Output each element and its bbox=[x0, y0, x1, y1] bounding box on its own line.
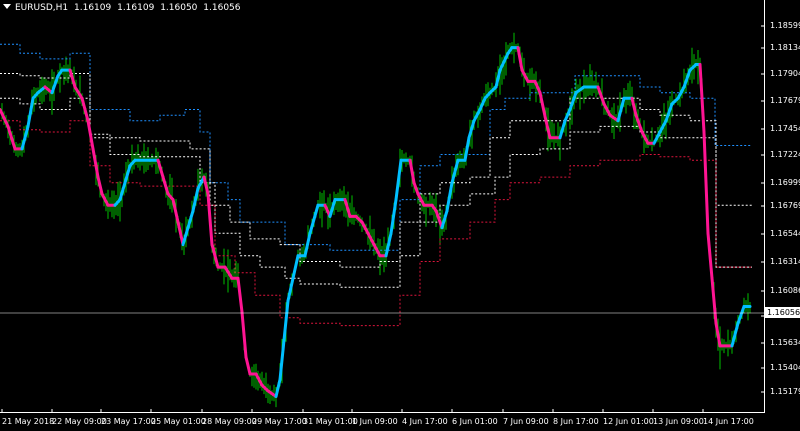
trend-segment bbox=[360, 220, 370, 235]
close-value: 1.16056 bbox=[203, 3, 241, 13]
current-price-tag: 1.16056 bbox=[765, 307, 800, 318]
trend-segment bbox=[730, 321, 740, 348]
price-axis-label: 1.17904 bbox=[770, 69, 800, 78]
trend-segment bbox=[244, 355, 252, 376]
trend-segment bbox=[408, 158, 416, 185]
trend-segment bbox=[682, 68, 692, 89]
price-axis-label: 1.17679 bbox=[770, 96, 800, 105]
trend-segment bbox=[568, 91, 578, 111]
trend-segment bbox=[596, 85, 606, 106]
time-axis-label: 23 May 17:00 bbox=[101, 417, 156, 426]
price-axis-label: 1.16999 bbox=[770, 178, 800, 187]
low-value: 1.16050 bbox=[160, 3, 198, 13]
open-value: 1.16109 bbox=[74, 3, 112, 13]
trend-segment bbox=[278, 338, 286, 382]
trend-segment bbox=[450, 158, 460, 185]
time-axis-label: 28 May 09:00 bbox=[202, 417, 257, 426]
price-axis-label: 1.18134 bbox=[770, 43, 800, 52]
trend-segment bbox=[445, 181, 454, 213]
trend-segment bbox=[630, 96, 638, 117]
time-axis-label: 7 Jun 09:00 bbox=[503, 417, 549, 426]
trend-segment bbox=[308, 203, 320, 235]
trend-segment bbox=[80, 96, 90, 123]
dropdown-triangle-icon[interactable] bbox=[3, 4, 11, 9]
trend-segment bbox=[710, 276, 718, 325]
price-axis-label: 1.16769 bbox=[770, 201, 800, 210]
trend-segment bbox=[698, 63, 706, 134]
trend-segment bbox=[254, 372, 264, 387]
time-axis-label: 8 Jun 17:00 bbox=[553, 417, 599, 426]
price-axis-label: 1.15634 bbox=[770, 338, 800, 347]
chart-header: EURUSD,H1 1.16109 1.16109 1.16050 1.1605… bbox=[3, 3, 241, 13]
lower-band-outer bbox=[0, 120, 752, 327]
trend-segment bbox=[634, 113, 644, 134]
time-axis-label: 6 Jun 01:00 bbox=[452, 417, 498, 426]
trend-segment bbox=[463, 136, 471, 162]
trend-segment bbox=[100, 192, 110, 207]
trend-segment bbox=[602, 102, 612, 117]
trend-segment bbox=[494, 68, 502, 89]
time-axis-label: 14 Jun 17:00 bbox=[703, 417, 754, 426]
price-axis-label: 1.15179 bbox=[770, 387, 800, 396]
trend-segment bbox=[664, 102, 674, 123]
price-axis-label: 1.16544 bbox=[770, 229, 800, 238]
high-value: 1.16109 bbox=[117, 3, 155, 13]
trend-segment bbox=[282, 299, 290, 342]
symbol-label: EURUSD,H1 bbox=[15, 3, 69, 13]
price-axis-label: 1.15404 bbox=[770, 363, 800, 372]
time-axis-label: 1 Jun 09:00 bbox=[352, 417, 398, 426]
upper-band-inner bbox=[0, 73, 752, 268]
trend-segment bbox=[206, 192, 214, 247]
trend-segment bbox=[640, 130, 650, 145]
time-axis-label: 29 May 17:00 bbox=[252, 417, 307, 426]
trend-segment bbox=[706, 231, 714, 280]
price-chart[interactable] bbox=[0, 0, 765, 413]
trend-segment bbox=[274, 378, 282, 398]
upper-band-outer bbox=[0, 43, 752, 251]
time-axis-label: 22 May 09:00 bbox=[52, 417, 107, 426]
trend-segment bbox=[702, 130, 710, 235]
price-axis-label: 1.16086 bbox=[770, 286, 800, 295]
time-axis-label: 4 Jun 17:00 bbox=[402, 417, 448, 426]
trend-segment bbox=[516, 46, 524, 72]
trend-segment bbox=[372, 243, 382, 258]
trend-segment bbox=[412, 181, 420, 196]
trend-segment bbox=[96, 175, 104, 196]
price-bars bbox=[1, 32, 751, 408]
trend-segment bbox=[291, 254, 300, 280]
trend-segment bbox=[652, 130, 662, 145]
price-axis-label: 1.17224 bbox=[770, 150, 800, 159]
trend-segment bbox=[202, 175, 210, 196]
time-axis-label: 25 May 01:00 bbox=[151, 417, 206, 426]
time-axis-label: 31 May 01:00 bbox=[303, 417, 358, 426]
trend-segment bbox=[236, 276, 244, 314]
trend-segment bbox=[366, 231, 376, 247]
trend-segment bbox=[434, 209, 444, 230]
price-axis-label: 1.18599 bbox=[770, 21, 800, 30]
trend-segment bbox=[714, 321, 722, 348]
trend-segment bbox=[658, 119, 668, 134]
trend-segment bbox=[520, 68, 530, 83]
trend-segment bbox=[544, 119, 552, 140]
price-axis-label: 1.16314 bbox=[770, 257, 800, 266]
trend-segment bbox=[240, 310, 248, 359]
trend-segment bbox=[472, 108, 482, 123]
time-axis-label: 21 May 2018 bbox=[2, 417, 55, 426]
time-axis-label: 12 Jun 01:00 bbox=[603, 417, 654, 426]
trend-segment bbox=[616, 96, 626, 123]
time-axis-label: 13 Jun 09:00 bbox=[653, 417, 704, 426]
trend-segment bbox=[538, 91, 548, 123]
trend-segment bbox=[736, 305, 746, 325]
price-axis-label: 1.17454 bbox=[770, 124, 800, 133]
